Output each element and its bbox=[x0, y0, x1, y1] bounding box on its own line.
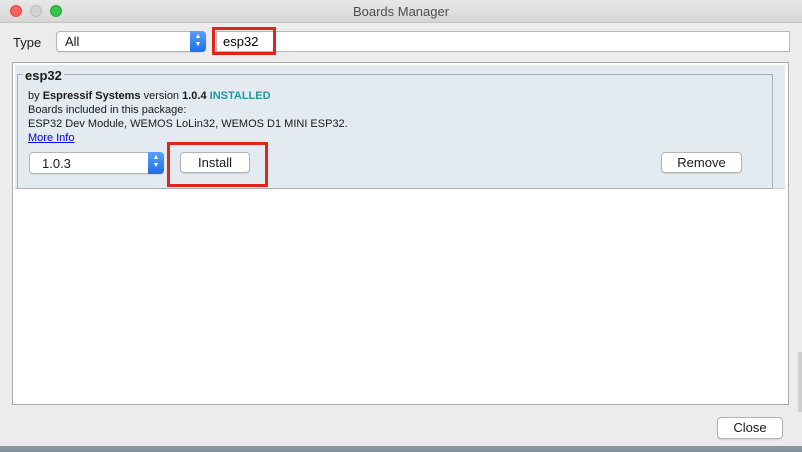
more-info-text[interactable]: More Info bbox=[28, 132, 74, 144]
version-stepper-icon: ▲ ▼ bbox=[148, 152, 164, 174]
board-list[interactable]: esp32 by Espressif Systems version 1.0.4… bbox=[12, 62, 789, 405]
more-info-link[interactable]: More Info bbox=[28, 132, 74, 144]
version-dropdown[interactable]: 1.0.3 ▲ ▼ bbox=[29, 152, 164, 174]
scrollbar-edge bbox=[798, 352, 802, 412]
installed-status: INSTALLED bbox=[209, 90, 271, 102]
install-button[interactable]: Install bbox=[180, 152, 250, 173]
version-dropdown-value: 1.0.3 bbox=[42, 156, 71, 171]
board-name: esp32 bbox=[23, 68, 64, 83]
type-label: Type bbox=[13, 35, 42, 50]
installed-version: 1.0.4 bbox=[182, 90, 207, 102]
version-prefix: version bbox=[143, 90, 180, 102]
by-prefix: by bbox=[28, 90, 40, 102]
boards-included-label: Boards included in this package: bbox=[28, 104, 187, 116]
type-dropdown[interactable]: All ▲ ▼ bbox=[56, 31, 206, 52]
search-input[interactable] bbox=[216, 31, 790, 52]
title-bar: Boards Manager bbox=[0, 0, 802, 23]
remove-button[interactable]: Remove bbox=[661, 152, 742, 173]
dropdown-stepper-icon: ▲ ▼ bbox=[190, 31, 206, 52]
board-author: Espressif Systems bbox=[42, 90, 141, 102]
board-author-line: by Espressif Systems version 1.0.4 INSTA… bbox=[28, 90, 271, 102]
window-title: Boards Manager bbox=[352, 4, 450, 19]
type-dropdown-value: All bbox=[65, 34, 80, 49]
boards-included-list: ESP32 Dev Module, WEMOS LoLin32, WEMOS D… bbox=[28, 118, 348, 130]
close-button[interactable]: Close bbox=[717, 417, 783, 439]
background-strip bbox=[0, 446, 802, 452]
search-field[interactable] bbox=[217, 32, 789, 51]
